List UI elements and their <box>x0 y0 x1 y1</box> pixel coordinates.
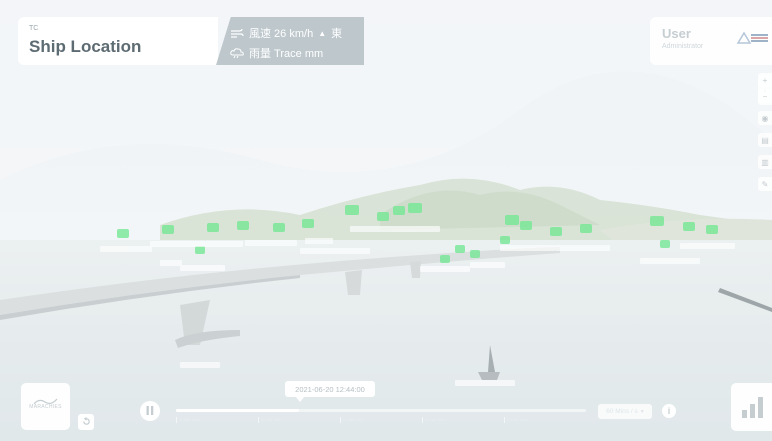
pause-button[interactable] <box>140 401 160 421</box>
page-title: Ship Location <box>29 37 142 56</box>
reset-button[interactable] <box>78 414 94 430</box>
chevron-down-icon: ▾ <box>640 409 644 415</box>
statistics-button[interactable] <box>731 383 772 431</box>
title-subtitle: TC <box>29 25 39 32</box>
wind-direction: 東 <box>331 28 343 40</box>
user-name: User <box>662 26 691 41</box>
current-time-label: 2021-06-20 12:44:00 <box>285 381 375 397</box>
zoom-out-button[interactable]: − <box>758 89 772 103</box>
playback-speed-label: 60 Mins / s <box>606 408 638 415</box>
weather-panel: 風速 26 km/h ▲ 東 雨量 Trace mm <box>216 17 364 65</box>
rainfall: 雨量 Trace mm <box>249 48 324 60</box>
time-pointer <box>296 397 304 402</box>
timeline-tick: 21 Apr 2021 <box>340 417 365 423</box>
rotate-left-icon <box>82 413 91 431</box>
table-button[interactable]: ▥ <box>758 155 772 169</box>
brand-logo-text: MARACHIES <box>29 404 62 410</box>
playback-speed-select[interactable]: 60 Mins / s ▾ <box>598 404 652 419</box>
wind-icon <box>230 28 244 38</box>
map-scene[interactable] <box>0 0 772 441</box>
timeline-progress <box>176 409 299 412</box>
user-role: Administrator <box>662 43 704 50</box>
wind-row: 風速 26 km/h ▲ 東 <box>230 25 342 41</box>
layers-button[interactable]: ▤ <box>758 133 772 147</box>
brand-logo-card[interactable]: MARACHIES <box>21 383 70 430</box>
timeline-slider[interactable] <box>176 409 586 412</box>
bar-chart-icon <box>742 397 763 418</box>
timeline-tick: 23 Apr 2021 <box>504 417 529 423</box>
organization-logo-icon <box>736 31 770 50</box>
wind-speed: 風速 26 km/h <box>249 28 314 40</box>
zoom-in-button[interactable]: + <box>758 73 772 87</box>
pause-icon <box>146 402 154 420</box>
timeline-tick: 22 Apr 2021 <box>422 417 447 423</box>
compass-button[interactable]: ◉ <box>758 111 772 125</box>
info-button[interactable]: i <box>662 404 676 418</box>
timeline-tick: 20 Apr 2021 <box>258 417 283 423</box>
wind-direction-icon: ▲ <box>318 28 327 38</box>
rain-row: 雨量 Trace mm <box>230 45 323 61</box>
user-card[interactable]: User Administrator <box>650 17 772 65</box>
rain-cloud-icon <box>230 47 244 59</box>
timeline-tick: 19 Apr 2021 <box>176 417 201 423</box>
timeline-ticks: 19 Apr 2021 20 Apr 2021 21 Apr 2021 22 A… <box>176 417 586 427</box>
edit-button[interactable]: ✎ <box>758 177 772 191</box>
title-card: TC Ship Location <box>18 17 218 65</box>
